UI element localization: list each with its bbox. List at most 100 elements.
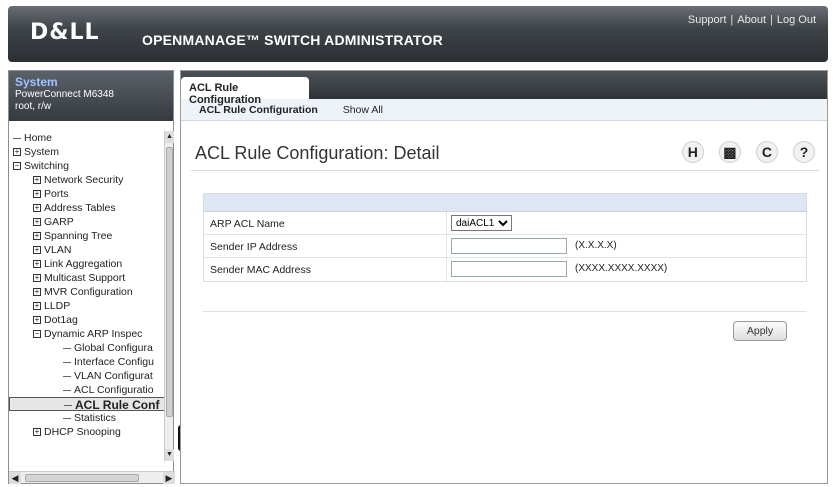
tree-item[interactable]: + LLDP: [9, 299, 166, 313]
main-content: ACL Rule Configuration ACL Rule Configur…: [180, 70, 828, 484]
tree-item[interactable]: + MVR Configuration: [9, 285, 166, 299]
expand-icon[interactable]: +: [33, 274, 41, 283]
user-role: root, r/w: [15, 101, 52, 112]
tab-bar: ACL Rule Configuration: [181, 71, 827, 106]
support-link[interactable]: Support: [688, 14, 727, 26]
hscrollbar-thumb[interactable]: [25, 474, 139, 482]
tree-item[interactable]: − Dynamic ARP Inspec: [9, 327, 166, 341]
sender-ip-hint: (X.X.X.X): [575, 240, 617, 251]
expand-icon[interactable]: +: [33, 316, 41, 325]
tree-item[interactable]: − Switching: [9, 159, 166, 173]
apply-button[interactable]: Apply: [733, 321, 787, 341]
expand-icon[interactable]: +: [33, 288, 41, 297]
logout-link[interactable]: Log Out: [777, 14, 816, 26]
tree-vertical-scrollbar[interactable]: ▲ ▼: [164, 131, 174, 461]
tree-item[interactable]: + Network Security: [9, 173, 166, 187]
navigation-panel: System PowerConnect M6348 root, r/w Home…: [8, 70, 175, 484]
subtab-show-all[interactable]: Show All: [343, 104, 383, 116]
sender-ip-label: Sender IP Address: [210, 241, 298, 253]
system-title[interactable]: System: [15, 75, 167, 89]
expand-icon[interactable]: +: [33, 218, 41, 227]
form-row-sender-ip: Sender IP Address (X.X.X.X): [204, 235, 806, 258]
expand-icon[interactable]: +: [33, 246, 41, 255]
page-actions: H ▩ C ?: [670, 141, 815, 163]
expand-icon[interactable]: +: [13, 148, 21, 157]
tree-item[interactable]: + Dot1ag: [9, 313, 166, 327]
tree-item[interactable]: + Spanning Tree: [9, 229, 166, 243]
tree-item-label: Dynamic ARP Inspec: [44, 328, 143, 340]
sub-tab-bar: ACL Rule Configuration Show All: [181, 99, 827, 121]
tree-item[interactable]: ACL Configuratio: [9, 383, 166, 397]
dell-logo: D&LL: [30, 20, 100, 45]
tree-item[interactable]: VLAN Configurat: [9, 369, 166, 383]
expand-icon[interactable]: +: [33, 302, 41, 311]
navigation-tree: Home + System − Switching + Network Security + P…: [9, 131, 166, 461]
app-title: OPENMANAGE™ SWITCH ADMINISTRATOR: [142, 32, 443, 48]
tree-item-label: Global Configura: [74, 342, 153, 354]
tree-item[interactable]: + VLAN: [9, 243, 166, 257]
tree-item-label: Multicast Support: [44, 272, 126, 284]
tree-item[interactable]: Home: [9, 131, 166, 145]
form-row-sender-mac: Sender MAC Address (XXXX.XXXX.XXXX): [204, 258, 806, 281]
tree-item-label: ACL Configuratio: [74, 384, 154, 396]
tree-branch-icon: [63, 361, 71, 363]
device-name: PowerConnect M6348: [15, 89, 114, 100]
app-header: D&LL OPENMANAGE™ SWITCH ADMINISTRATOR Su…: [8, 6, 828, 62]
tab-acl-rule-configuration[interactable]: ACL Rule Configuration: [181, 77, 309, 106]
tree-item-label: VLAN Configurat: [74, 370, 153, 382]
tree-branch-icon: [63, 347, 71, 349]
tree-item-label: LLDP: [44, 300, 71, 312]
tree-item[interactable]: Interface Configu: [9, 355, 166, 369]
tree-branch-icon: [13, 137, 21, 139]
scroll-down-icon[interactable]: ▼: [165, 449, 174, 461]
tree-branch-icon: [63, 375, 71, 377]
system-info: System PowerConnect M6348 root, r/w: [9, 71, 173, 121]
scroll-up-icon[interactable]: ▲: [165, 131, 174, 143]
save-icon[interactable]: H: [681, 141, 704, 163]
tree-item-label: Interface Configu: [74, 356, 154, 368]
tree-item-label: Switching: [24, 160, 69, 172]
tree-item[interactable]: + Link Aggregation: [9, 257, 166, 271]
expand-icon[interactable]: +: [33, 204, 41, 213]
form-header: [204, 194, 806, 212]
arp-acl-name-label: ARP ACL Name: [210, 218, 285, 230]
scrollbar-thumb[interactable]: [166, 147, 173, 417]
help-icon[interactable]: ?: [793, 141, 815, 163]
expand-icon[interactable]: +: [33, 232, 41, 241]
tree-branch-icon: [63, 389, 71, 391]
scroll-right-icon[interactable]: ▶: [163, 472, 175, 484]
expand-icon[interactable]: +: [33, 176, 41, 185]
tree-horizontal-scrollbar[interactable]: ◀ ▶: [9, 471, 175, 484]
tree-item-label: ACL Rule Conf: [75, 398, 160, 412]
tree-item-label: Network Security: [44, 174, 124, 186]
sender-mac-input[interactable]: [451, 261, 567, 277]
tree-item[interactable]: Global Configura: [9, 341, 166, 355]
print-icon[interactable]: ▩: [718, 141, 741, 163]
collapse-icon[interactable]: −: [13, 162, 21, 171]
tree-branch-icon: [64, 405, 72, 407]
arp-acl-name-select[interactable]: daiACL1: [451, 215, 512, 231]
collapse-icon[interactable]: −: [33, 330, 41, 339]
expand-icon[interactable]: +: [33, 190, 41, 199]
tree-item[interactable]: + GARP: [9, 215, 166, 229]
tree-item[interactable]: ACL Rule Conf: [9, 397, 166, 412]
tree-item[interactable]: Statistics: [9, 411, 166, 425]
tree-item[interactable]: + System: [9, 145, 166, 159]
form-divider: [203, 311, 807, 312]
tree-item[interactable]: + DHCP Snooping: [9, 425, 166, 439]
top-links: Support | About | Log Out: [687, 14, 816, 26]
about-link[interactable]: About: [737, 14, 766, 26]
form-row-arp-acl: ARP ACL Name daiACL1: [204, 212, 806, 235]
scroll-left-icon[interactable]: ◀: [9, 472, 21, 484]
sender-ip-input[interactable]: [451, 238, 567, 254]
tree-item[interactable]: + Address Tables: [9, 201, 166, 215]
expand-icon[interactable]: +: [33, 260, 41, 269]
refresh-icon[interactable]: C: [755, 141, 778, 163]
expand-icon[interactable]: +: [33, 428, 41, 437]
tree-item-label: Address Tables: [44, 202, 116, 214]
tree-item[interactable]: + Multicast Support: [9, 271, 166, 285]
tree-item-label: Home: [24, 132, 53, 144]
tree-item-label: MVR Configuration: [44, 286, 133, 298]
tree-item-label: Ports: [44, 188, 69, 200]
tree-item[interactable]: + Ports: [9, 187, 166, 201]
